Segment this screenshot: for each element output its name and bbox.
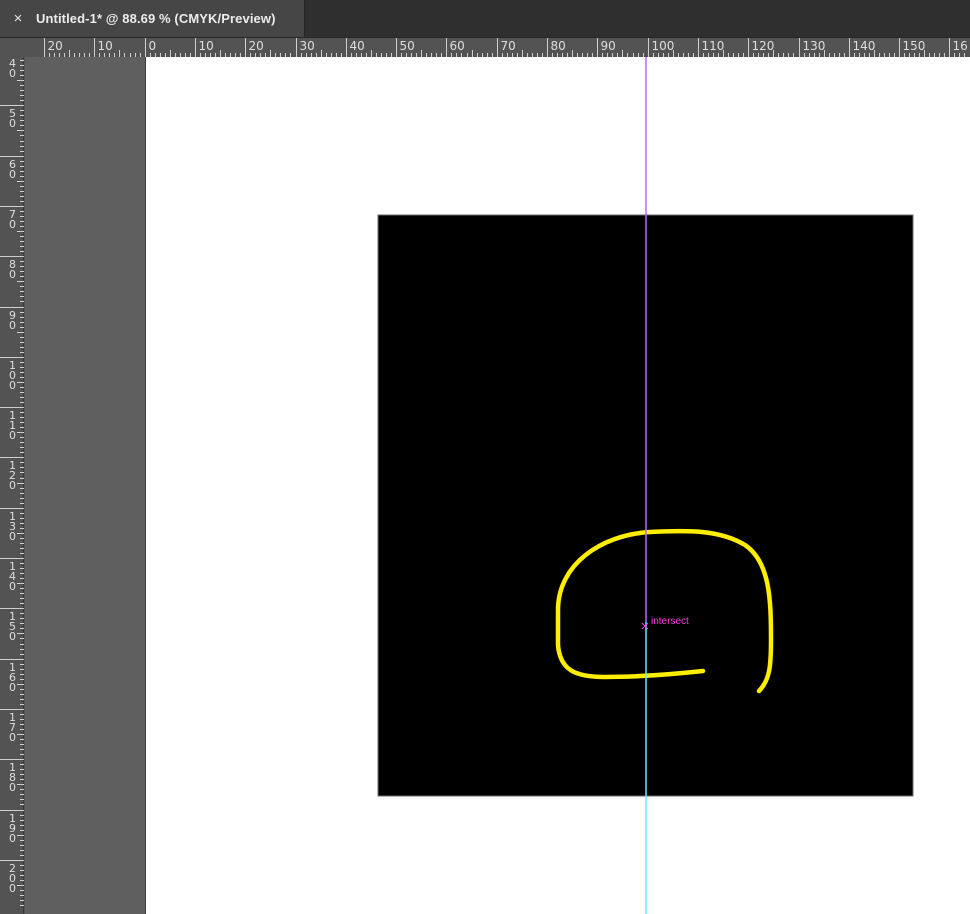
smart-guide-label: intersect: [651, 616, 689, 627]
artwork: [377, 57, 914, 914]
